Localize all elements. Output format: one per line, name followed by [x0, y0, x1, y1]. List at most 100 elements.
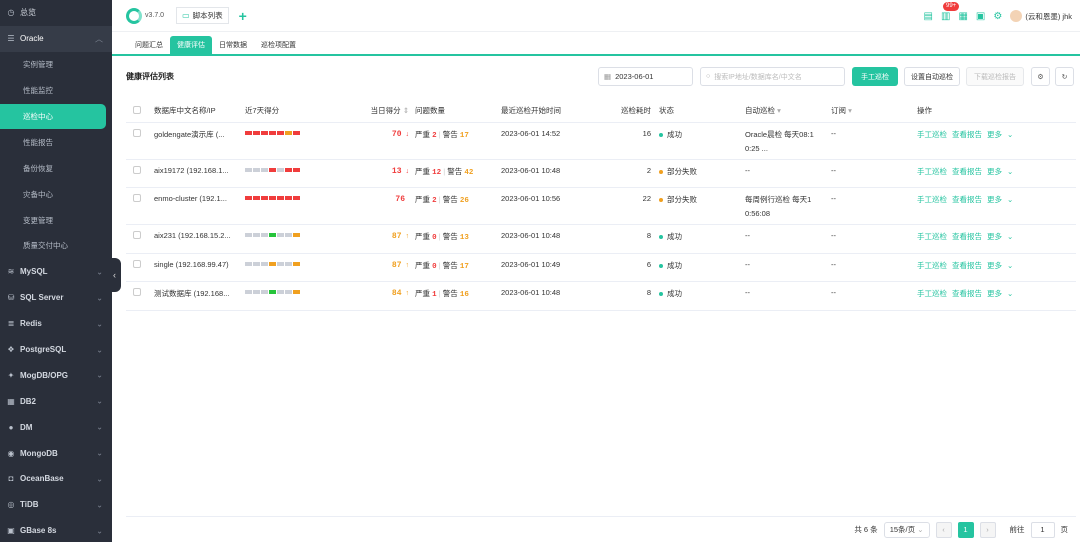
- more-menu[interactable]: 更多 ⌄: [987, 232, 1018, 241]
- table-row[interactable]: aix231 (192.168.15.2... 87 ↑ 严重 0 | 警告 13…: [126, 224, 1076, 254]
- select-all-checkbox[interactable]: [133, 105, 141, 114]
- more-menu[interactable]: 更多 ⌄: [987, 130, 1018, 139]
- table-row[interactable]: goldengate演示库 (... 70 ↓ 严重 2 | 警告 17 2023…: [126, 122, 1076, 160]
- view-report-link[interactable]: 查看报告: [952, 289, 982, 298]
- next-page-button[interactable]: ›: [979, 521, 996, 538]
- view-report-link[interactable]: 查看报告: [952, 130, 982, 139]
- subtab[interactable]: 巡检项配置: [254, 36, 303, 54]
- sidebar-subitem[interactable]: 变更管理: [0, 207, 112, 233]
- sidebar-subitem[interactable]: 灾备中心: [0, 181, 112, 207]
- sidebar-item-group[interactable]: ◎ TiDB ⌄: [0, 492, 112, 518]
- manual-inspect-link[interactable]: 手工巡检: [917, 167, 947, 176]
- table-row[interactable]: enmo-cluster (192.1... 76 严重 2 | 警告 26 2…: [126, 187, 1076, 225]
- view-report-link[interactable]: 查看报告: [952, 232, 982, 241]
- sidebar-item-group[interactable]: ▦ DB2 ⌄: [0, 388, 112, 414]
- more-menu[interactable]: 更多 ⌄: [987, 289, 1018, 298]
- auto-inspect-button[interactable]: 设置自动巡检: [904, 67, 960, 86]
- row-checkbox[interactable]: [133, 165, 141, 174]
- more-menu[interactable]: 更多 ⌄: [987, 167, 1018, 176]
- sidebar-item-group[interactable]: ▣ GBase 8s ⌄: [0, 518, 112, 544]
- current-page[interactable]: 1: [957, 521, 974, 538]
- settings-icon[interactable]: ⚙: [993, 11, 1002, 22]
- select-all-cell[interactable]: [126, 100, 154, 123]
- row-checkbox[interactable]: [133, 231, 141, 239]
- manual-inspect-link[interactable]: 手工巡检: [917, 261, 947, 270]
- sidebar-collapse-button[interactable]: ‹: [108, 258, 121, 292]
- manual-inspect-link[interactable]: 手工巡检: [917, 130, 947, 139]
- row-select-cell[interactable]: [126, 159, 154, 188]
- db-name[interactable]: aix19172 (192.168.1...: [154, 159, 245, 188]
- col-auto[interactable]: 自动巡检 ▾: [745, 100, 831, 123]
- sidebar-item-oracle[interactable]: ☰ Oracle ︿: [0, 25, 112, 52]
- goto-page-input[interactable]: 1: [1030, 521, 1055, 538]
- sidebar-subitem[interactable]: 性能监控: [0, 78, 112, 104]
- add-tab-icon[interactable]: +: [239, 8, 247, 24]
- sidebar-subitem[interactable]: 性能报告: [0, 129, 112, 155]
- sidebar-subitem[interactable]: 实例管理: [0, 52, 112, 78]
- sidebar-item-group[interactable]: ● DM ⌄: [0, 414, 112, 440]
- row-select-cell[interactable]: [126, 122, 154, 160]
- manual-inspect-link[interactable]: 手工巡检: [917, 232, 947, 241]
- sidebar-item-group[interactable]: ≋ MySQL ⌄: [0, 259, 112, 285]
- auto-inspect-text: Oracle晨检 每天08:1: [745, 129, 814, 139]
- sidebar-subitem[interactable]: 质量交付中心: [0, 233, 112, 259]
- sidebar-item-overview[interactable]: ◷ 总览: [0, 0, 112, 26]
- subtab[interactable]: 健康评估: [170, 36, 212, 54]
- sidebar-item-label: DB2: [20, 396, 37, 406]
- sidebar-item-label: OceanBase: [20, 474, 64, 484]
- sidebar-subitem[interactable]: 备份恢复: [0, 155, 112, 181]
- subtab[interactable]: 问题汇总: [128, 36, 170, 54]
- date-picker[interactable]: ▦ 2023-06-01: [598, 67, 693, 86]
- gear-icon[interactable]: ⚙: [1031, 67, 1050, 86]
- sidebar-item-label: GBase 8s: [20, 526, 57, 536]
- db-name[interactable]: single (192.168.99.47): [154, 253, 245, 282]
- sidebar-item-group[interactable]: ❖ PostgreSQL ⌄: [0, 337, 112, 363]
- row-select-cell[interactable]: [126, 224, 154, 254]
- more-menu[interactable]: 更多 ⌄: [987, 195, 1018, 204]
- row-checkbox[interactable]: [133, 128, 141, 137]
- db-name[interactable]: goldengate演示库 (...: [154, 122, 245, 160]
- row-select-cell[interactable]: [126, 187, 154, 225]
- list-icon[interactable]: ▦: [958, 11, 967, 22]
- tab-script-list[interactable]: ▭ 脚本列表: [176, 7, 229, 24]
- document-icon[interactable]: ▤: [924, 11, 933, 22]
- col-score[interactable]: 当日得分 ⇕: [365, 100, 415, 123]
- view-report-link[interactable]: 查看报告: [952, 195, 982, 204]
- col-sub[interactable]: 订阅 ▾: [831, 100, 917, 123]
- table-row[interactable]: aix19172 (192.168.1... 13 ↓ 严重 12 | 警告 42…: [126, 159, 1076, 188]
- row-checkbox[interactable]: [133, 259, 141, 268]
- start-time: 2023-06-01 10:56: [501, 187, 606, 225]
- search-input[interactable]: ○ 搜索IP地址/数据库名/中文名: [700, 67, 845, 86]
- sidebar-item-group[interactable]: ⛁ SQL Server ⌄: [0, 285, 112, 311]
- message-icon[interactable]: ▣: [976, 11, 985, 22]
- page-size-select[interactable]: 15条/页 ⌄: [883, 521, 930, 538]
- row-select-cell[interactable]: [126, 253, 154, 282]
- prev-page-button[interactable]: ‹: [935, 521, 952, 538]
- more-menu[interactable]: 更多 ⌄: [987, 261, 1018, 270]
- manual-inspect-link[interactable]: 手工巡检: [917, 195, 947, 204]
- user-menu[interactable]: (云和恩墨) jhk: [1010, 10, 1072, 22]
- view-report-link[interactable]: 查看报告: [952, 261, 982, 270]
- db-name[interactable]: enmo-cluster (192.1...: [154, 187, 245, 225]
- sidebar-subitem[interactable]: 巡检中心: [0, 103, 106, 130]
- row-checkbox[interactable]: [133, 194, 141, 202]
- manual-inspect-link[interactable]: 手工巡检: [917, 289, 947, 298]
- sidebar-item-group[interactable]: ≣ Redis ⌄: [0, 311, 112, 337]
- table-row[interactable]: 测试数据库 (192.168... 84 ↑ 严重 1 | 警告 16 2023-…: [126, 281, 1076, 311]
- view-report-link[interactable]: 查看报告: [952, 167, 982, 176]
- db-name[interactable]: 测试数据库 (192.168...: [154, 281, 245, 311]
- trend-bar: [245, 233, 252, 237]
- notification-icon[interactable]: ▥ 99+: [941, 1, 960, 22]
- sidebar-item-group[interactable]: ◉ MongoDB ⌄: [0, 440, 112, 466]
- db-name[interactable]: aix231 (192.168.15.2...: [154, 224, 245, 254]
- row-checkbox[interactable]: [133, 288, 141, 296]
- download-report-button[interactable]: 下载巡检报告: [966, 67, 1024, 86]
- refresh-icon[interactable]: ↻: [1055, 67, 1074, 86]
- topbar: v3.7.0 ▭ 脚本列表 + ▤ ▥ 99+ ▦ ▣ ⚙ (云和恩墨) jhk: [112, 0, 1080, 32]
- subtab[interactable]: 日常数据: [212, 36, 254, 54]
- table-row[interactable]: single (192.168.99.47) 87 ↑ 严重 0 | 警告 17 …: [126, 253, 1076, 282]
- row-select-cell[interactable]: [126, 281, 154, 311]
- sidebar-item-group[interactable]: ✦ MogDB/OPG ⌄: [0, 362, 112, 388]
- manual-inspect-button[interactable]: 手工巡检: [852, 67, 898, 86]
- sidebar-item-group[interactable]: ◘ OceanBase ⌄: [0, 466, 112, 492]
